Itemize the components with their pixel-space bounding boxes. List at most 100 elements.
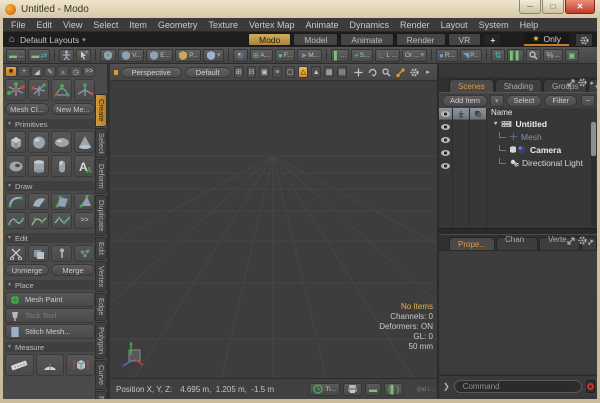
ruler-tool-button[interactable] [5,354,34,376]
unmerge-button[interactable]: Unmerge [5,264,49,276]
sphere-primitive-button[interactable] [28,131,49,153]
only-toggle[interactable]: ★ Only [524,33,569,46]
collapse-all-button[interactable]: − [581,95,595,107]
vertices-mode-button[interactable] [100,49,116,62]
proxy-view-button[interactable]: ▩ [324,66,334,78]
text-primitive-button[interactable]: AA [74,155,95,177]
menu-system[interactable]: System [479,20,509,30]
menu-texture[interactable]: Texture [208,20,238,30]
tab-modo[interactable]: Modo [248,33,291,46]
viewport-canvas[interactable]: No Items Channels: 0 Deformers: ON GL: 0… [110,81,437,378]
single-view-button[interactable]: ▣ [259,66,269,78]
section-place[interactable]: ▼Place [5,280,95,290]
bezier-tool-button[interactable] [28,212,49,229]
workplane-lock-button[interactable]: ∟L ... [375,49,400,62]
layers-status-button[interactable] [343,383,362,396]
menu-select[interactable]: Select [93,20,118,30]
gear-icon[interactable] [578,78,587,87]
name-column-header[interactable]: Name [487,108,597,117]
list-view-button[interactable]: ≡ [272,66,282,78]
tool-tab-vertex[interactable]: Vertex [95,261,107,292]
pie-tool-button[interactable] [28,193,49,210]
arc-tool-button[interactable] [5,193,26,210]
tool-tab-edge[interactable]: Edge [95,293,107,321]
cone-primitive-button[interactable] [74,131,95,153]
ellipsoid-primitive-button[interactable] [51,131,72,153]
tab-vr[interactable]: VR [448,33,482,46]
record-macro-button[interactable] [586,380,595,393]
add-item-dropdown[interactable]: ▾ [490,95,504,107]
tab-properties[interactable]: Prope... [449,237,495,250]
preview-button[interactable]: ◥P... [460,49,482,62]
layouts-switcher[interactable]: Default Layouts ▾ [20,35,86,45]
tree-scrollbar[interactable] [591,122,596,226]
tree-row-camera[interactable]: Camera [487,143,597,156]
section-primitives[interactable]: ▼Primitives [5,119,95,129]
menu-layout[interactable]: Layout [441,20,468,30]
add-tab-button[interactable]: + [483,33,502,46]
tool-tab-create[interactable]: Create [95,94,107,127]
expand-icon[interactable] [567,79,575,87]
move-category-button[interactable]: + [18,66,30,77]
camera-select[interactable]: Perspective [121,67,182,78]
scrollbar-thumb[interactable] [591,122,596,156]
weld-tool-button[interactable] [74,245,95,262]
section-edit[interactable]: ▼Edit [5,233,95,243]
action-center-button[interactable]: ⊕A... [250,49,273,62]
cut-tool-button[interactable] [5,245,26,262]
capsule-primitive-button[interactable] [51,155,72,177]
overlay-view-button[interactable]: ▢ [285,66,295,78]
tool-tab-edit[interactable]: Edit [95,237,107,260]
clock-category-button[interactable]: ◷ [70,66,82,77]
torus-primitive-button[interactable] [5,155,26,177]
primitives-category-button[interactable]: ■ [5,66,17,77]
rotate-view-button[interactable] [367,66,378,78]
selection-status-button[interactable]: (▌) [384,383,403,396]
tab-render[interactable]: Render [396,33,446,46]
viewport-settings-button[interactable] [409,66,420,78]
viewport-3d[interactable]: Perspective Default ⊞ ⊟ ▣ ≡ ▢ △ ▲ ▩ ▤ [110,64,437,399]
section-draw[interactable]: ▼Draw [5,181,95,191]
gl-status-button[interactable]: ▬ [365,383,381,396]
menu-edit[interactable]: Edit [37,20,53,30]
tool-tab-fusion[interactable]: Fusion [95,391,107,399]
more-draw-tools-button[interactable]: >> [74,212,95,229]
copy-tool-button[interactable] [28,245,49,262]
tab-scenes[interactable]: Scenes [449,79,494,92]
panel-splitter[interactable] [439,228,597,235]
ball-tool-button[interactable] [51,79,72,101]
axis-tool-button[interactable] [28,79,49,101]
tab-shading[interactable]: Shading [495,79,542,92]
tack-tool-button[interactable]: Tack Tool [5,308,95,323]
orientation-dropdown[interactable]: Or ...▾ [402,49,427,62]
tool-tab-curve[interactable]: Curve [95,360,107,390]
maximize-button[interactable]: □ [542,0,564,14]
tool-tab-duplicate[interactable]: Duplicate [95,195,107,236]
pin-tool-button[interactable] [51,245,72,262]
bars-button[interactable]: ▌▌ [507,49,524,62]
panel-more-icon[interactable]: ▸ [590,79,594,87]
polygon-select-button[interactable]: P... [175,49,201,62]
tab-channels[interactable]: Chan ... [496,237,538,250]
bone-category-button[interactable]: ▵ [57,66,69,77]
command-input[interactable] [454,380,582,393]
zoom-view-button[interactable] [381,66,392,78]
vertex-select-button[interactable]: V... [118,49,144,62]
percent-button[interactable]: %... [543,49,563,62]
expand-icon[interactable] [567,237,575,245]
tab-animate[interactable]: Animate [340,33,393,46]
menu-item[interactable]: Item [129,20,147,30]
protractor-tool-button[interactable] [36,354,65,376]
cone-pen-button[interactable] [74,193,95,210]
quad-view-button[interactable]: ⊟ [247,66,257,78]
falloff-button[interactable]: ●F... [275,49,296,62]
auto-select-button[interactable] [76,49,91,62]
tree-row-untitled[interactable]: ▼ Untitled [487,117,597,130]
tree-row-directional-light[interactable]: Directional Light [487,156,597,169]
filter-button[interactable]: Filter [544,95,577,107]
close-button[interactable]: ✕ [565,0,595,14]
title-bar[interactable]: Untitled - Modo ─ □ ✕ [0,0,600,18]
item-list-button[interactable]: ▬... [6,49,26,62]
minimize-button[interactable]: ─ [519,0,541,14]
tool-tab-polygon[interactable]: Polygon [95,322,107,359]
